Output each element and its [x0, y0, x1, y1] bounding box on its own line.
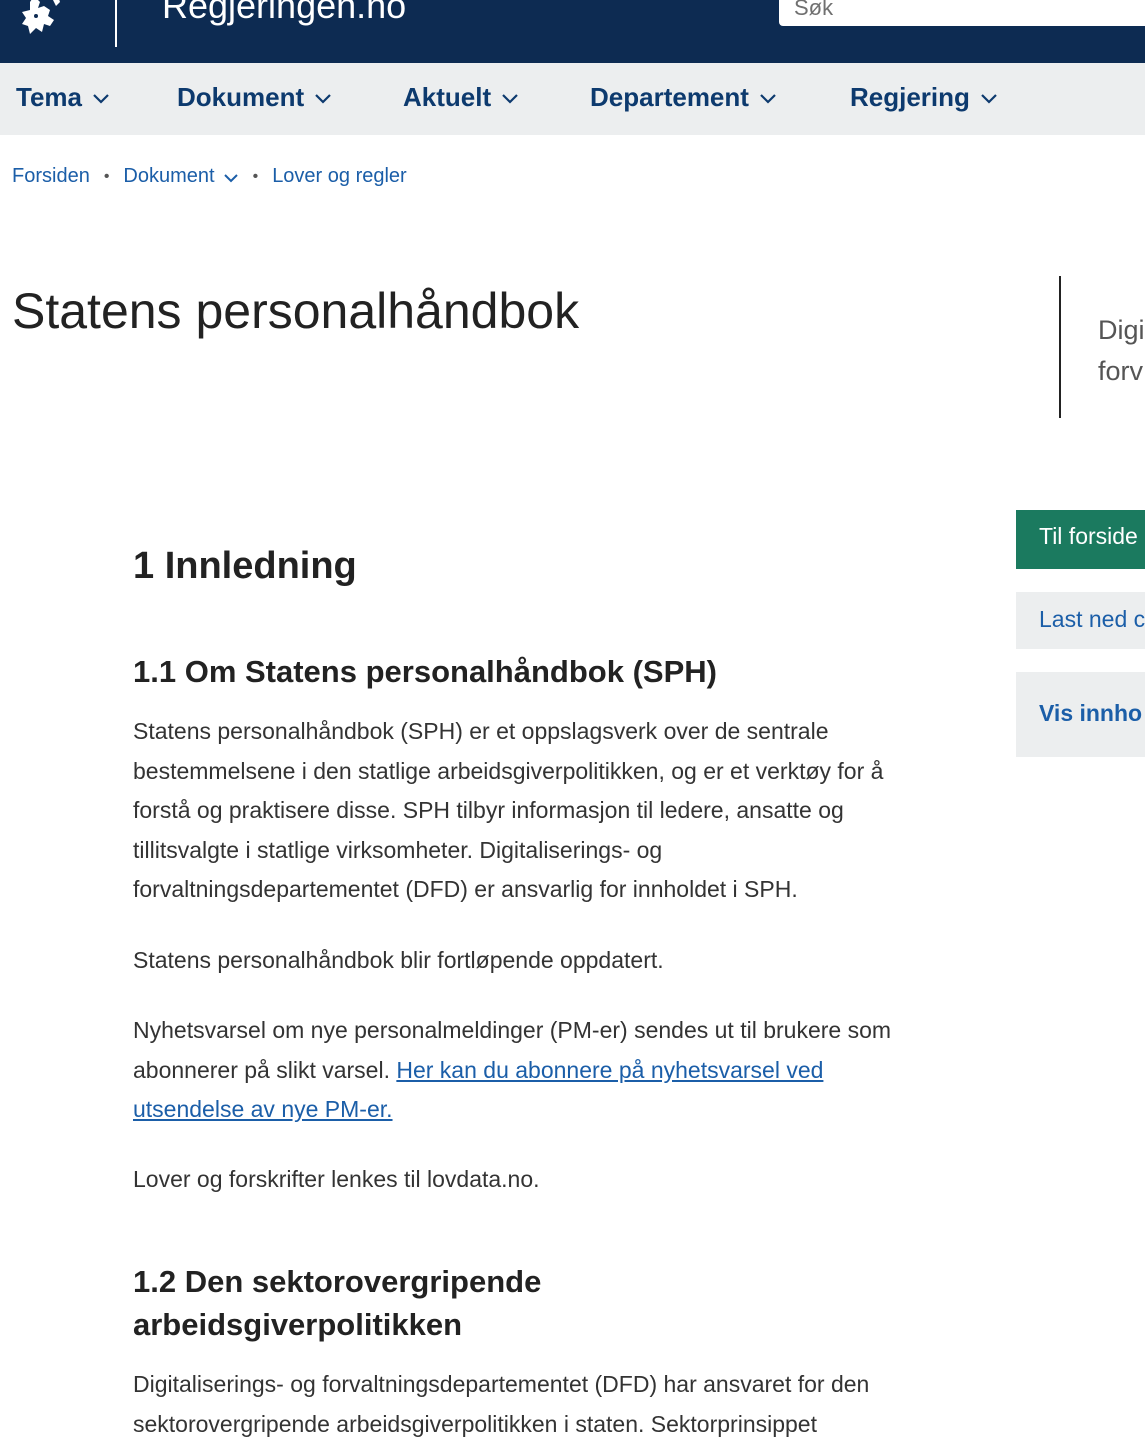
- breadcrumb: Forsiden • Dokument • Lover og regler: [12, 165, 407, 188]
- paragraph-dfd: Digitaliserings- og forvaltningsdepartem…: [133, 1371, 870, 1437]
- paragraph-lovdata: Lover og forskrifter lenkes til lovdata.…: [133, 1166, 540, 1192]
- aside-ministry-text[interactable]: Digi forv: [1098, 310, 1145, 392]
- chevron-down-icon: [223, 174, 238, 183]
- paragraph-newsletter: Nyhetsvarsel om nye personalmeldinger (P…: [133, 1011, 913, 1130]
- nav-item-label: Departement: [590, 82, 749, 112]
- site-name[interactable]: Regjeringen.no: [162, 0, 406, 26]
- chevron-down-icon: [502, 93, 518, 104]
- chevron-down-icon: [981, 93, 997, 104]
- main-navigation: Tema Dokument Aktuelt Departement Regjer…: [0, 63, 1145, 135]
- nav-item-dokument[interactable]: Dokument: [177, 81, 332, 113]
- chevron-down-icon: [315, 93, 331, 104]
- page-title: Statens personalhåndbok: [12, 283, 580, 339]
- breadcrumb-dokument-label: Dokument: [123, 165, 215, 187]
- breadcrumb-current[interactable]: Lover og regler: [272, 165, 407, 188]
- aside-line-1: Digi: [1098, 315, 1145, 345]
- download-button[interactable]: Last ned c: [1016, 592, 1145, 649]
- breadcrumb-home[interactable]: Forsiden: [12, 165, 90, 188]
- aside-line-2: forv: [1098, 356, 1144, 386]
- nav-item-label: Tema: [16, 82, 82, 112]
- breadcrumb-dokument[interactable]: Dokument: [123, 165, 238, 188]
- nav-item-departement[interactable]: Departement: [590, 81, 777, 113]
- search-input[interactable]: Søk: [779, 0, 1145, 26]
- breadcrumb-separator: •: [252, 167, 259, 185]
- nav-item-tema[interactable]: Tema: [16, 81, 110, 113]
- nav-item-label: Dokument: [177, 82, 305, 112]
- to-frontpage-button[interactable]: Til forside: [1016, 510, 1145, 569]
- chevron-down-icon: [760, 93, 776, 104]
- paragraph-updated: Statens personalhåndbok blir fortløpende…: [133, 947, 664, 973]
- coat-of-arms-logo-icon[interactable]: [14, 0, 72, 40]
- show-contents-button[interactable]: Vis innho: [1016, 672, 1145, 757]
- paragraph-intro: Statens personalhåndbok (SPH) er et opps…: [133, 718, 884, 903]
- logo-divider: [115, 0, 117, 47]
- nav-item-aktuelt[interactable]: Aktuelt: [403, 81, 519, 113]
- nav-item-regjering[interactable]: Regjering: [850, 81, 998, 113]
- site-header: Regjeringen.no Søk: [0, 0, 1145, 63]
- section-heading-1-2: 1.2 Den sektorovergripende arbeidsgiverp…: [133, 1264, 542, 1342]
- nav-item-label: Regjering: [850, 82, 970, 112]
- search-placeholder: Søk: [794, 0, 834, 20]
- nav-item-label: Aktuelt: [403, 82, 492, 112]
- breadcrumb-separator: •: [103, 167, 110, 185]
- aside-divider: [1059, 276, 1061, 418]
- section-heading-1-1: 1.1 Om Statens personalhåndbok (SPH): [133, 654, 717, 689]
- section-heading-innledning: 1 Innledning: [133, 545, 357, 587]
- chevron-down-icon: [93, 93, 109, 104]
